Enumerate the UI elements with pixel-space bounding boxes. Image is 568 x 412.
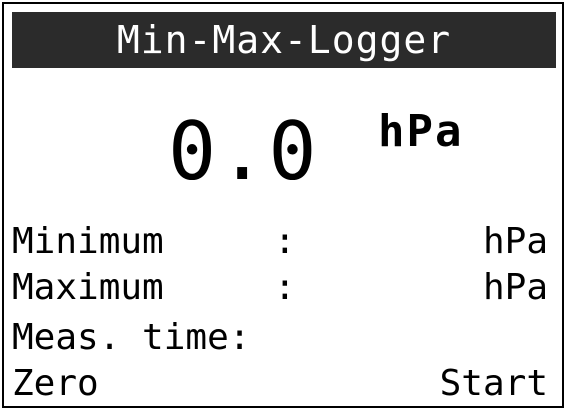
minimum-row: Minimum : hPa	[12, 220, 548, 264]
screen-title: Min-Max-Logger	[116, 18, 452, 62]
maximum-row: Maximum : hPa	[12, 266, 548, 310]
maximum-unit: hPa	[482, 267, 548, 308]
current-reading-value: 0.0	[168, 105, 319, 198]
meas-time-label: Meas. time:	[12, 317, 251, 358]
start-softkey[interactable]: Start	[440, 362, 548, 406]
zero-softkey[interactable]: Zero	[12, 362, 99, 406]
maximum-separator: :	[274, 267, 296, 308]
title-bar: Min-Max-Logger	[12, 12, 556, 68]
maximum-label: Maximum	[12, 267, 164, 308]
minimum-unit: hPa	[482, 221, 548, 262]
minimum-label: Minimum	[12, 221, 164, 262]
minimum-separator: :	[274, 221, 296, 262]
meas-time-row: Meas. time:	[12, 316, 548, 360]
softkey-bar: Zero Start	[12, 362, 548, 406]
current-reading-unit: hPa	[378, 106, 464, 157]
